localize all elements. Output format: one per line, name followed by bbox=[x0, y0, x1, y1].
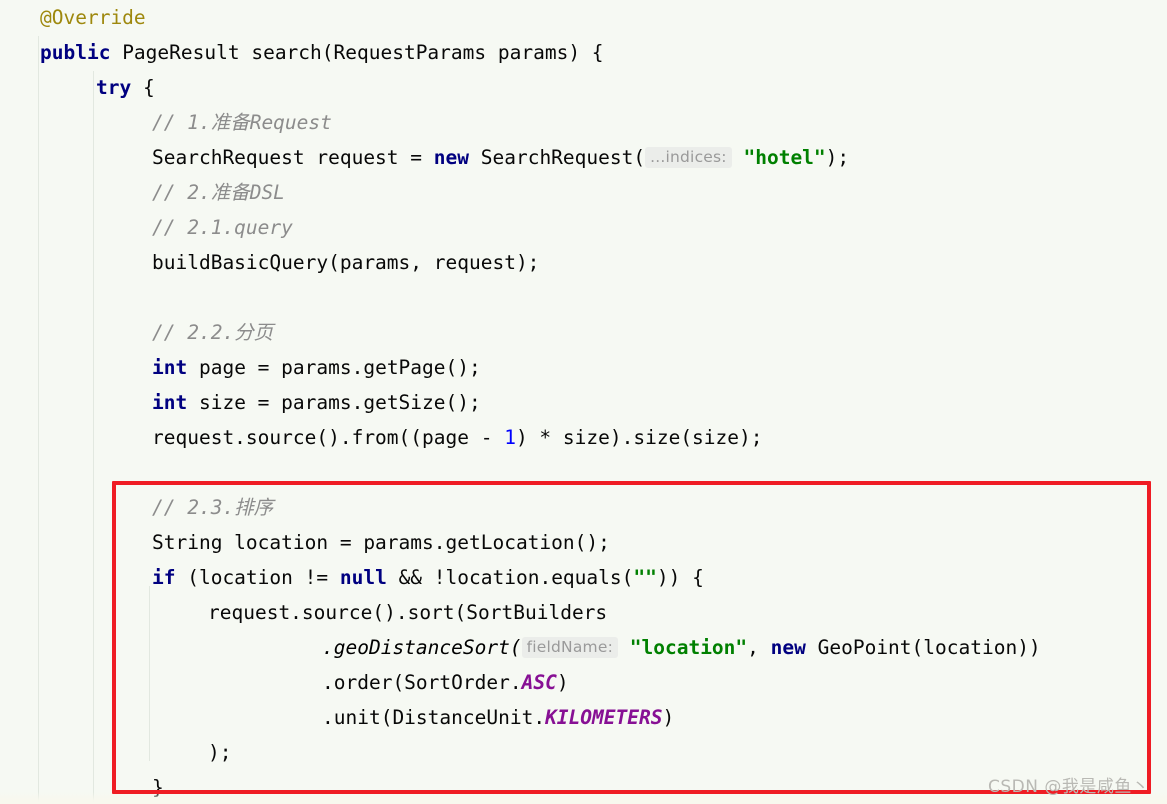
code-token: request.source().sort(SortBuilders bbox=[208, 601, 608, 624]
code-line[interactable]: request.source().sort(SortBuilders bbox=[0, 595, 1167, 630]
code-line[interactable] bbox=[0, 280, 1167, 315]
code-token: 1 bbox=[504, 426, 516, 449]
code-token: // 2.3.排序 bbox=[152, 496, 274, 519]
code-token: buildBasicQuery(params, request); bbox=[152, 251, 540, 274]
code-token: .geoDistanceSort( bbox=[322, 636, 522, 659]
code-line[interactable]: .order(SortOrder.ASC) bbox=[0, 665, 1167, 700]
code-token: if bbox=[152, 566, 176, 589]
parameter-hint: fieldName: bbox=[521, 637, 618, 658]
code-token: @Override bbox=[40, 6, 146, 29]
code-token: // 2.准备DSL bbox=[152, 181, 285, 204]
code-token: ASC bbox=[521, 671, 557, 694]
code-line[interactable]: if (location != null && !location.equals… bbox=[0, 560, 1167, 595]
code-editor-screenshot: @Override public PageResult search(Reques… bbox=[0, 0, 1167, 804]
code-token: KILOMETERS bbox=[545, 706, 663, 729]
code-token: ) * size).size(size); bbox=[515, 426, 763, 449]
code-line[interactable]: try { bbox=[0, 70, 1167, 105]
code-token: && !location.equals( bbox=[386, 566, 634, 589]
code-token: int bbox=[152, 356, 188, 379]
code-token: , bbox=[747, 636, 771, 659]
code-line[interactable]: .unit(DistanceUnit.KILOMETERS) bbox=[0, 700, 1167, 735]
code-token: PageResult search(RequestParams params) … bbox=[110, 41, 604, 64]
code-line[interactable]: .geoDistanceSort(fieldName: "location", … bbox=[0, 630, 1167, 665]
code-line[interactable]: // 2.准备DSL bbox=[0, 175, 1167, 210]
code-token: // 1.准备Request bbox=[152, 111, 332, 134]
code-line[interactable]: // 1.准备Request bbox=[0, 105, 1167, 140]
code-token: ); bbox=[208, 741, 232, 764]
parameter-hint: ...indices: bbox=[645, 147, 732, 168]
csdn-watermark: CSDN @我是咸鱼丶 bbox=[988, 777, 1150, 797]
code-token: ) bbox=[556, 671, 569, 694]
code-token: new bbox=[770, 636, 806, 659]
code-token: ); bbox=[825, 146, 850, 169]
code-line[interactable]: buildBasicQuery(params, request); bbox=[0, 245, 1167, 280]
code-line[interactable]: String location = params.getLocation(); bbox=[0, 525, 1167, 560]
code-line[interactable]: // 2.2.分页 bbox=[0, 315, 1167, 350]
code-token: page = params.getPage(); bbox=[187, 356, 481, 379]
code-content-area[interactable]: @Override public PageResult search(Reques… bbox=[0, 0, 1167, 804]
code-token: "" bbox=[633, 566, 657, 589]
code-token: int bbox=[152, 391, 188, 414]
code-token: public bbox=[40, 41, 111, 64]
code-line[interactable]: int page = params.getPage(); bbox=[0, 350, 1167, 385]
code-line[interactable]: // 2.1.query bbox=[0, 210, 1167, 245]
code-token: GeoPoint(location)) bbox=[805, 636, 1041, 659]
code-token: null bbox=[339, 566, 387, 589]
code-token: )) { bbox=[656, 566, 704, 589]
code-line[interactable]: int size = params.getSize(); bbox=[0, 385, 1167, 420]
code-line[interactable]: SearchRequest request = new SearchReques… bbox=[0, 140, 1167, 175]
code-token: "location" bbox=[629, 636, 748, 659]
code-token: ) bbox=[662, 706, 675, 729]
code-line[interactable]: @Override bbox=[0, 0, 1167, 35]
code-token: "hotel" bbox=[743, 146, 826, 169]
code-line[interactable]: ); bbox=[0, 735, 1167, 770]
code-token: SearchRequest request = bbox=[152, 146, 434, 169]
code-token: request.source().from((page - bbox=[152, 426, 505, 449]
code-line[interactable]: // 2.3.排序 bbox=[0, 490, 1167, 525]
code-token: // 2.1.query bbox=[152, 216, 293, 239]
code-token: size = params.getSize(); bbox=[187, 391, 481, 414]
code-token: SearchRequest( bbox=[469, 146, 646, 169]
code-line[interactable]: request.source().from((page - 1) * size)… bbox=[0, 420, 1167, 455]
code-token: try bbox=[96, 76, 132, 99]
code-token: .unit(DistanceUnit. bbox=[322, 706, 546, 729]
code-line[interactable]: public PageResult search(RequestParams p… bbox=[0, 35, 1167, 70]
code-line[interactable] bbox=[0, 455, 1167, 490]
code-token: (location != bbox=[175, 566, 340, 589]
code-token: String location = params.getLocation(); bbox=[152, 531, 610, 554]
code-token: { bbox=[131, 76, 155, 99]
code-token: new bbox=[433, 146, 469, 169]
code-token: // 2.2.分页 bbox=[152, 321, 274, 344]
code-token: .order(SortOrder. bbox=[322, 671, 522, 694]
